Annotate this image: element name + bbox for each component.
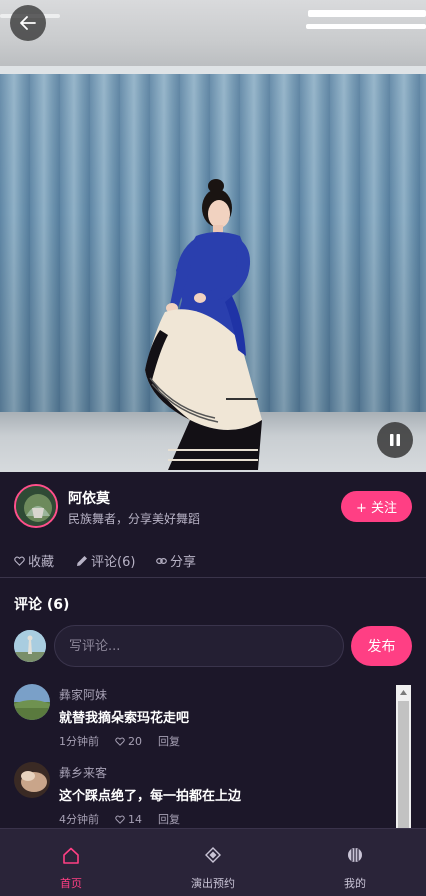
pencil-icon xyxy=(77,555,87,566)
like-count: 20 xyxy=(128,734,142,748)
reply-button[interactable]: 回复 xyxy=(158,733,180,749)
comments-scrollbar[interactable] xyxy=(396,685,411,828)
share-button[interactable]: 分享 xyxy=(156,551,196,570)
tab-home[interactable]: 首页 xyxy=(0,829,142,896)
author-avatar[interactable] xyxy=(14,484,58,528)
tab-booking-label: 演出预约 xyxy=(191,877,235,890)
my-avatar xyxy=(14,630,46,662)
heart-icon xyxy=(115,815,125,824)
comment-text: 就替我摘朵索玛花走吧 xyxy=(59,711,190,726)
link-icon xyxy=(156,557,167,564)
reply-button[interactable]: 回复 xyxy=(158,811,180,827)
triangle-up-icon xyxy=(400,689,407,695)
comment-item: 彝乡来客 这个踩点绝了，每一拍都在上边 4分钟前 14 回复 xyxy=(14,762,390,832)
tab-home-label: 首页 xyxy=(60,877,82,890)
follow-button[interactable]: + 关注 xyxy=(341,491,412,522)
commenter-avatar[interactable] xyxy=(14,762,50,798)
bottom-tab-bar: 首页 演出预约 我的 xyxy=(0,828,426,896)
commenter-avatar[interactable] xyxy=(14,684,50,720)
pause-icon xyxy=(390,434,400,446)
comment-label: 评论(6) xyxy=(91,555,136,570)
video-player[interactable] xyxy=(0,0,426,472)
comment-item: 彝家阿妹 就替我摘朵索玛花走吧 1分钟前 20 回复 xyxy=(14,684,390,754)
comment-input[interactable] xyxy=(54,625,344,667)
tab-booking[interactable]: 演出预约 xyxy=(142,829,284,896)
comment-time: 4分钟前 xyxy=(59,813,99,826)
comment-meta: 4分钟前 14 回复 xyxy=(59,811,180,827)
share-label: 分享 xyxy=(170,555,197,570)
tab-profile-label: 我的 xyxy=(344,877,366,890)
scroll-thumb[interactable] xyxy=(398,701,409,828)
dancer-figure xyxy=(145,179,262,470)
like-button[interactable]: 20 xyxy=(115,735,142,748)
home-icon xyxy=(63,847,79,864)
heart-icon xyxy=(115,737,125,746)
comments-title: 评论 (6) xyxy=(14,597,70,613)
scroll-up-arrow[interactable] xyxy=(396,685,411,699)
author-card: 阿依莫 民族舞者，分享美好舞蹈 + 关注 xyxy=(0,472,426,542)
comment-button[interactable]: 评论(6) xyxy=(76,551,135,570)
like-count: 14 xyxy=(128,812,142,826)
comment-meta: 1分钟前 20 回复 xyxy=(59,733,180,749)
diamond-icon xyxy=(205,847,221,863)
heart-icon xyxy=(14,556,25,566)
favorite-label: 收藏 xyxy=(28,555,55,570)
favorite-button[interactable]: 收藏 xyxy=(14,551,54,570)
author-name[interactable]: 阿依莫 xyxy=(68,488,110,508)
arrow-left-icon xyxy=(20,16,36,30)
action-bar: 收藏 评论(6) 分享 xyxy=(0,542,426,578)
commenter-name[interactable]: 彝乡来客 xyxy=(59,764,107,781)
publish-button[interactable]: 发布 xyxy=(351,626,412,666)
like-button[interactable]: 14 xyxy=(115,813,142,826)
comment-time: 1分钟前 xyxy=(59,735,99,748)
back-button[interactable] xyxy=(10,5,46,41)
globe-icon xyxy=(348,848,362,862)
comment-text: 这个踩点绝了，每一拍都在上边 xyxy=(59,789,242,804)
tab-profile[interactable]: 我的 xyxy=(284,829,426,896)
author-bio: 民族舞者，分享美好舞蹈 xyxy=(68,512,201,526)
commenter-name[interactable]: 彝家阿妹 xyxy=(59,686,107,703)
pause-button[interactable] xyxy=(377,422,413,458)
